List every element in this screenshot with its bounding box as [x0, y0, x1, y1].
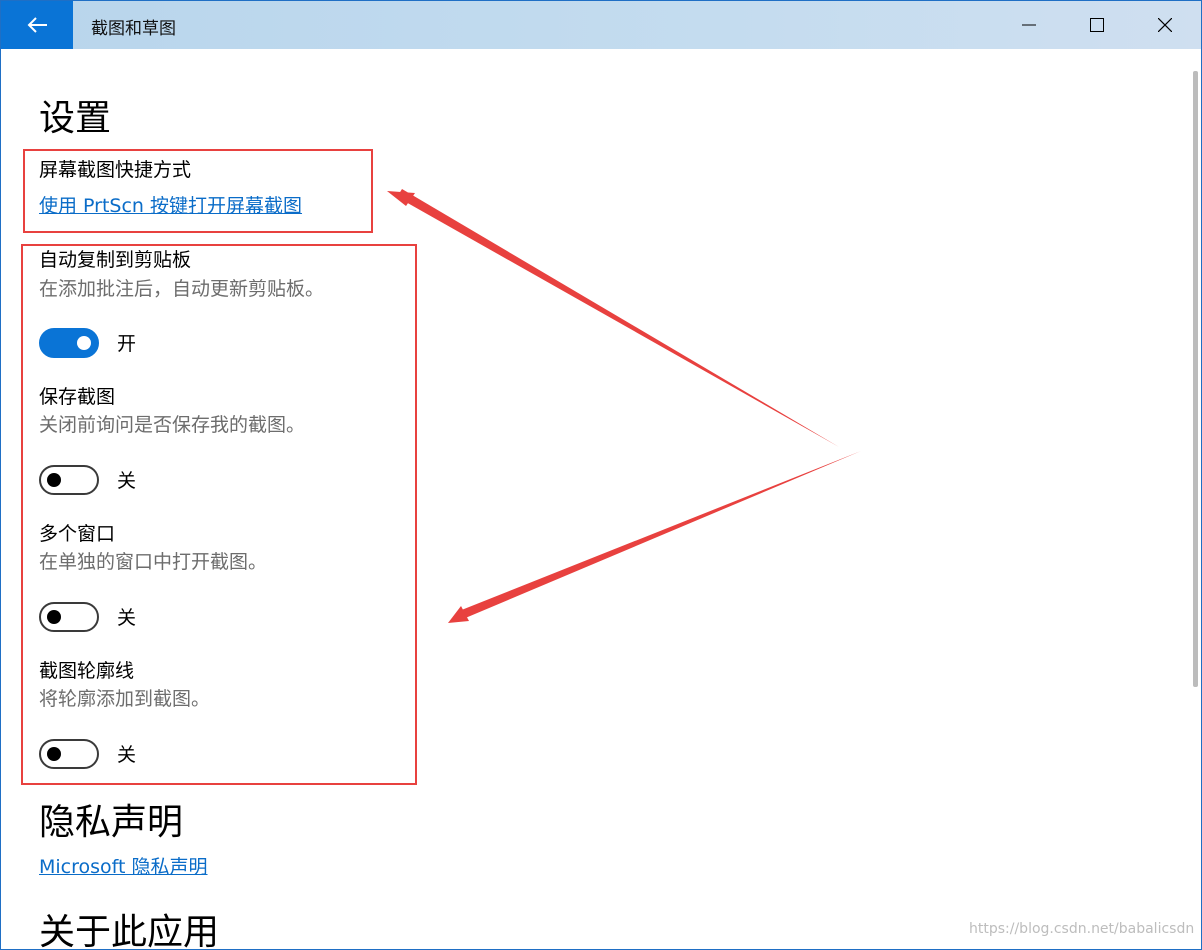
app-window: 截图和草图 设置 屏幕截图快捷方式 使用 PrtScn 按键打开屏幕截图 自动复…: [0, 0, 1202, 950]
annotation-arrow-up: [397, 189, 839, 447]
watermark: https://blog.csdn.net/babalicsdn: [969, 921, 1195, 937]
annotation-arrow-down: [459, 451, 861, 619]
annotation-arrows: [387, 189, 861, 623]
